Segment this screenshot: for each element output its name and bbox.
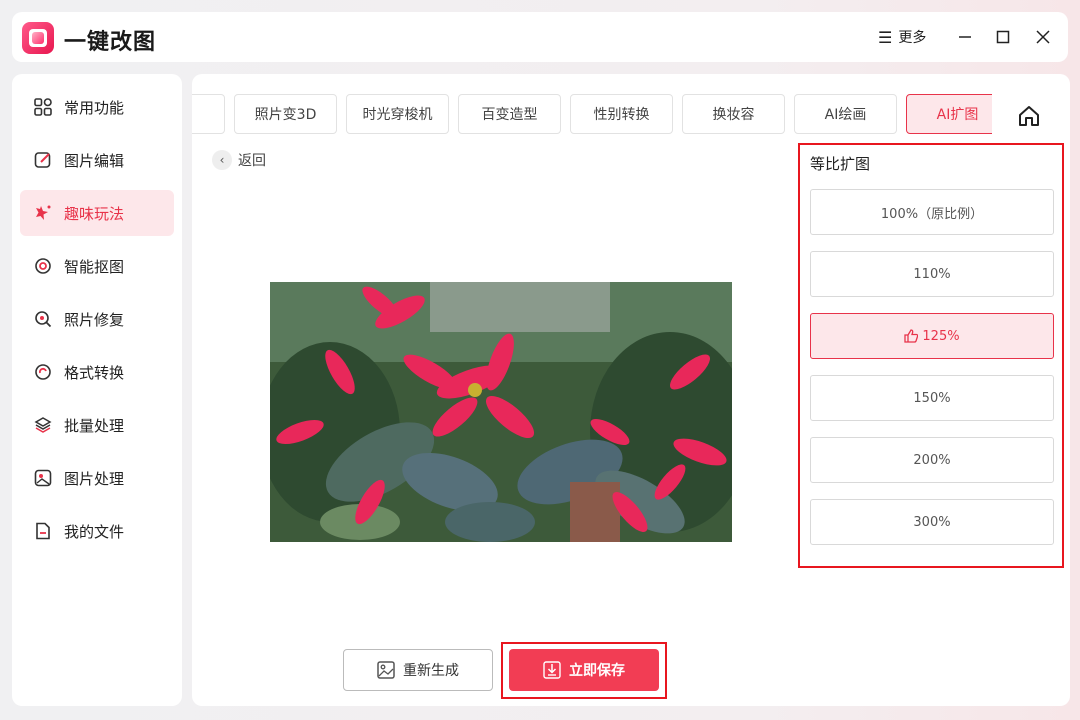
main-panel: 照片变3D 时光穿梭机 百变造型 性别转换 换妆容 AI绘画 AI扩图 ‹ 返回 bbox=[192, 74, 1070, 706]
ratio-option-200[interactable]: 200% bbox=[810, 437, 1054, 483]
image-regenerate-icon bbox=[377, 661, 395, 679]
app-title: 一键改图 bbox=[64, 30, 157, 55]
file-icon bbox=[34, 522, 52, 540]
sidebar-item-repair[interactable]: 照片修复 bbox=[20, 296, 174, 342]
download-icon bbox=[543, 661, 561, 679]
thumbs-up-icon bbox=[904, 329, 919, 343]
sidebar-item-label: 我的文件 bbox=[64, 522, 125, 541]
home-button[interactable] bbox=[1016, 103, 1042, 129]
sidebar-item-convert[interactable]: 格式转换 bbox=[20, 349, 174, 395]
app-logo-icon bbox=[22, 22, 54, 54]
ratio-option-110[interactable]: 110% bbox=[810, 251, 1054, 297]
target-icon bbox=[34, 257, 52, 275]
tab-ai-paint[interactable]: AI绘画 bbox=[794, 94, 897, 134]
save-label: 立即保存 bbox=[569, 663, 625, 679]
home-icon bbox=[1019, 106, 1039, 126]
ratio-label: 125% bbox=[922, 328, 960, 344]
tab-style-change[interactable]: 百变造型 bbox=[458, 94, 561, 134]
sidebar-item-label: 格式转换 bbox=[64, 363, 125, 382]
minimize-button[interactable] bbox=[952, 24, 978, 50]
chevron-left-icon: ‹ bbox=[212, 150, 232, 170]
sidebar-item-my-files[interactable]: 我的文件 bbox=[20, 508, 174, 554]
edit-icon bbox=[34, 151, 52, 169]
sidebar-item-fun[interactable]: 趣味玩法 bbox=[20, 190, 174, 236]
grid-icon bbox=[34, 98, 52, 116]
tab-partial[interactable] bbox=[192, 94, 225, 134]
ratio-option-150[interactable]: 150% bbox=[810, 375, 1054, 421]
close-icon bbox=[1036, 30, 1050, 44]
sparkle-icon bbox=[34, 204, 52, 222]
menu-icon: ☰ bbox=[878, 27, 893, 47]
back-label: 返回 bbox=[238, 153, 266, 169]
sidebar: 常用功能 图片编辑 趣味玩法 智能抠图 照片修复 格式转换 批量处理 图片处理 … bbox=[12, 74, 182, 706]
maximize-icon bbox=[996, 30, 1010, 44]
save-button[interactable]: 立即保存 bbox=[509, 649, 659, 691]
sidebar-item-common[interactable]: 常用功能 bbox=[20, 84, 174, 130]
sidebar-item-cutout[interactable]: 智能抠图 bbox=[20, 243, 174, 289]
preview-image bbox=[270, 282, 732, 542]
convert-icon bbox=[34, 363, 52, 381]
maximize-button[interactable] bbox=[990, 24, 1016, 50]
layers-icon bbox=[34, 416, 52, 434]
sidebar-item-label: 常用功能 bbox=[64, 98, 125, 117]
ratio-option-125[interactable]: 125% bbox=[810, 313, 1054, 359]
more-button[interactable]: ☰ 更多 bbox=[878, 26, 926, 48]
ratio-option-100[interactable]: 100%（原比例） bbox=[810, 189, 1054, 235]
sidebar-item-label: 趣味玩法 bbox=[64, 204, 125, 223]
feature-tabs: 照片变3D 时光穿梭机 百变造型 性别转换 换妆容 AI绘画 AI扩图 bbox=[192, 94, 992, 134]
tab-gender-swap[interactable]: 性别转换 bbox=[570, 94, 673, 134]
tab-makeup[interactable]: 换妆容 bbox=[682, 94, 785, 134]
expand-ratio-panel: 等比扩图 100%（原比例） 110% 125% 150% 200% 300% bbox=[798, 143, 1064, 568]
more-label: 更多 bbox=[898, 30, 927, 46]
back-button[interactable]: ‹ 返回 bbox=[212, 150, 266, 170]
title-bar: 一键改图 ☰ 更多 bbox=[12, 12, 1068, 62]
minimize-icon bbox=[959, 36, 971, 38]
tab-photo-3d[interactable]: 照片变3D bbox=[234, 94, 337, 134]
sidebar-item-label: 批量处理 bbox=[64, 416, 125, 435]
sidebar-item-label: 图片处理 bbox=[64, 469, 125, 488]
sidebar-item-label: 照片修复 bbox=[64, 310, 125, 329]
sidebar-item-label: 图片编辑 bbox=[64, 151, 125, 170]
panel-title: 等比扩图 bbox=[810, 155, 871, 173]
regenerate-label: 重新生成 bbox=[403, 663, 459, 679]
tab-time-travel[interactable]: 时光穿梭机 bbox=[346, 94, 449, 134]
close-button[interactable] bbox=[1030, 24, 1056, 50]
regenerate-button[interactable]: 重新生成 bbox=[343, 649, 493, 691]
sidebar-item-batch[interactable]: 批量处理 bbox=[20, 402, 174, 448]
repair-icon bbox=[34, 310, 52, 328]
sidebar-item-edit[interactable]: 图片编辑 bbox=[20, 137, 174, 183]
image-icon bbox=[34, 469, 52, 487]
ratio-option-300[interactable]: 300% bbox=[810, 499, 1054, 545]
sidebar-item-label: 智能抠图 bbox=[64, 257, 125, 276]
sidebar-item-image-process[interactable]: 图片处理 bbox=[20, 455, 174, 501]
tab-ai-expand[interactable]: AI扩图 bbox=[906, 94, 992, 134]
